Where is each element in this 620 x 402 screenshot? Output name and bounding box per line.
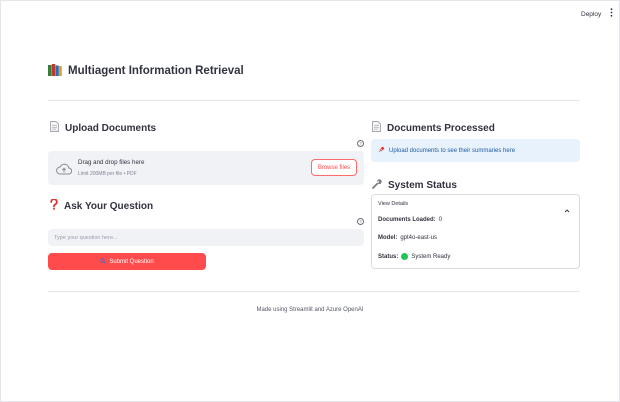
green-circle-icon [401,253,409,260]
deploy-button[interactable]: Deploy [577,9,605,20]
page-icon [372,119,381,137]
page-title-row: Multiagent Information Retrieval [48,64,244,77]
upload-heading: Upload Documents [65,122,157,134]
docs-loaded-row: Documents Loaded: 0 [378,217,442,223]
kebab-menu-icon[interactable] [608,8,614,19]
help-icon[interactable]: ? [357,218,364,225]
question-heading: Ask Your Question [64,200,154,212]
processed-heading: Documents Processed [387,122,495,134]
model-label: Model: [378,235,398,241]
status-value: System Ready [411,253,451,260]
file-limit-text: Limit 200MB per file • PDF [78,171,137,177]
status-section-header: System Status [372,176,457,194]
search-icon [100,257,107,266]
page-icon [50,119,59,137]
question-mark-icon [50,197,58,215]
model-row: Model: gpt4o-east-us [378,235,437,241]
page-title: Multiagent Information Retrieval [68,64,244,77]
docs-loaded-label: Documents Loaded: [378,217,436,223]
status-row: Status: System Ready [378,253,450,260]
books-icon [48,64,62,77]
divider [48,291,580,292]
top-toolbar: Deploy [0,0,620,28]
browse-files-button[interactable]: Browse files [311,159,357,176]
view-details-toggle[interactable]: View Details [378,201,408,207]
submit-question-button[interactable]: Submit Question [48,253,206,270]
system-status-expander: View Details Documents Loaded: 0 Model: … [371,194,580,269]
info-alert: Upload documents to see their summaries … [371,139,580,162]
pushpin-icon [378,146,385,155]
question-section-header: Ask Your Question [50,197,153,215]
info-text: Upload documents to see their summaries … [389,147,516,154]
status-label: Status: [378,253,399,260]
cloud-upload-icon [56,162,73,180]
processed-section-header: Documents Processed [372,119,495,137]
chevron-up-icon[interactable] [564,201,570,213]
footer-text: Made using Streamlit and Azure OpenAI [256,307,364,313]
help-icon[interactable]: ? [357,140,364,147]
divider [48,100,580,101]
status-heading: System Status [388,179,457,191]
submit-label: Submit Question [109,258,154,265]
dropzone-text: Drag and drop files here [78,159,145,166]
file-dropzone[interactable]: Drag and drop files here Limit 200MB per… [48,151,364,185]
question-input[interactable] [48,229,364,246]
wrench-icon [372,176,382,194]
upload-section-header: Upload Documents [50,119,156,137]
docs-loaded-value: 0 [438,217,443,223]
model-value: gpt4o-east-us [400,235,438,241]
